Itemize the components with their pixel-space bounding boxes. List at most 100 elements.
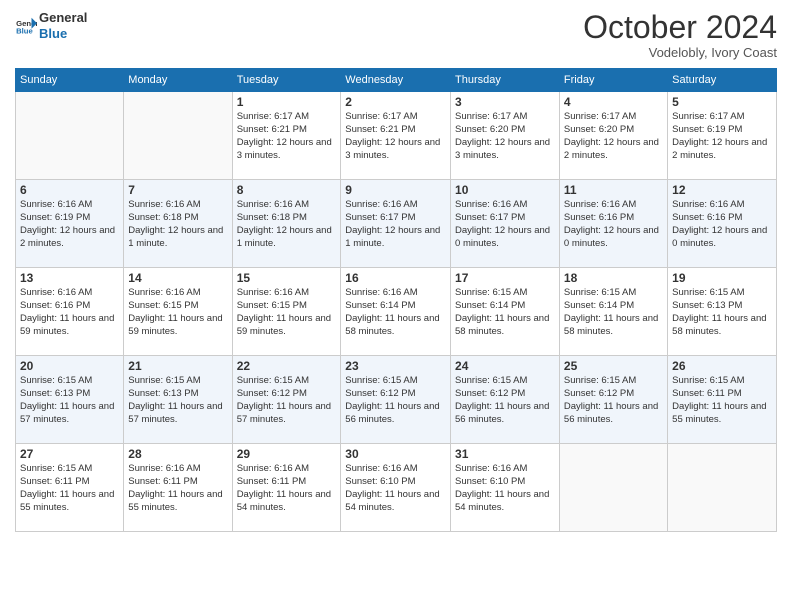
calendar-cell: 12 Sunrise: 6:16 AMSunset: 6:16 PMDayligh…: [668, 180, 777, 268]
calendar-cell: 8 Sunrise: 6:16 AMSunset: 6:18 PMDaylight…: [232, 180, 341, 268]
day-info: Sunrise: 6:16 AMSunset: 6:18 PMDaylight:…: [128, 199, 227, 250]
day-number: 27: [20, 447, 119, 461]
day-number: 26: [672, 359, 772, 373]
calendar-cell: 25Sunrise: 6:15 AMSunset: 6:12 PMDayligh…: [559, 356, 667, 444]
day-number: 12: [672, 183, 772, 197]
day-info: Sunrise: 6:16 AMSunset: 6:15 PMDaylight:…: [128, 287, 227, 338]
logo-text-blue: Blue: [39, 26, 87, 42]
logo-text-general: General: [39, 10, 87, 26]
day-number: 11: [564, 183, 663, 197]
logo: General Blue General Blue: [15, 10, 87, 41]
calendar-cell: 2Sunrise: 6:17 AMSunset: 6:21 PMDaylight…: [341, 92, 451, 180]
calendar-cell: 18 Sunrise: 6:15 AMSunset: 6:14 PMDayligh…: [559, 268, 667, 356]
calendar-cell: 31Sunrise: 6:16 AMSunset: 6:10 PMDayligh…: [451, 444, 560, 532]
day-number: 3: [455, 95, 555, 109]
day-number: 15: [237, 271, 337, 285]
calendar-header-sunday: Sunday: [16, 69, 124, 92]
calendar-cell: 6Sunrise: 6:16 AMSunset: 6:19 PMDaylight…: [16, 180, 124, 268]
calendar-week-row: 13Sunrise: 6:16 AMSunset: 6:16 PMDayligh…: [16, 268, 777, 356]
calendar-cell: 9Sunrise: 6:16 AMSunset: 6:17 PMDaylight…: [341, 180, 451, 268]
day-info: Sunrise: 6:16 AMSunset: 6:18 PMDaylight:…: [237, 199, 337, 250]
calendar-header-saturday: Saturday: [668, 69, 777, 92]
header: General Blue General Blue October 2024 V…: [15, 10, 777, 60]
calendar-cell: 24 Sunrise: 6:15 AMSunset: 6:12 PMDayligh…: [451, 356, 560, 444]
calendar-week-row: 1 Sunrise: 6:17 AMSunset: 6:21 PMDaylight…: [16, 92, 777, 180]
calendar-table: SundayMondayTuesdayWednesdayThursdayFrid…: [15, 68, 777, 532]
day-info: Sunrise: 6:16 AMSunset: 6:16 PMDaylight:…: [20, 287, 119, 338]
day-number: 24: [455, 359, 555, 373]
calendar-cell: 5 Sunrise: 6:17 AMSunset: 6:19 PMDaylight…: [668, 92, 777, 180]
calendar-header-monday: Monday: [124, 69, 232, 92]
day-info: Sunrise: 6:16 AMSunset: 6:16 PMDaylight:…: [672, 199, 772, 250]
calendar-cell: 28 Sunrise: 6:16 AMSunset: 6:11 PMDayligh…: [124, 444, 232, 532]
calendar-cell: 10 Sunrise: 6:16 AMSunset: 6:17 PMDayligh…: [451, 180, 560, 268]
title-section: October 2024 Vodelobly, Ivory Coast: [583, 10, 777, 60]
calendar-cell: 30 Sunrise: 6:16 AMSunset: 6:10 PMDayligh…: [341, 444, 451, 532]
day-info: Sunrise: 6:16 AMSunset: 6:15 PMDaylight:…: [237, 287, 337, 338]
day-number: 10: [455, 183, 555, 197]
day-info: Sunrise: 6:17 AMSunset: 6:21 PMDaylight:…: [345, 111, 446, 162]
calendar-cell: [559, 444, 667, 532]
calendar-header-tuesday: Tuesday: [232, 69, 341, 92]
day-info: Sunrise: 6:15 AMSunset: 6:14 PMDaylight:…: [455, 287, 555, 338]
day-info: Sunrise: 6:17 AMSunset: 6:19 PMDaylight:…: [672, 111, 772, 162]
day-number: 30: [345, 447, 446, 461]
day-info: Sunrise: 6:17 AMSunset: 6:20 PMDaylight:…: [564, 111, 663, 162]
day-info: Sunrise: 6:16 AMSunset: 6:10 PMDaylight:…: [345, 463, 446, 514]
day-info: Sunrise: 6:17 AMSunset: 6:20 PMDaylight:…: [455, 111, 555, 162]
calendar-cell: 1 Sunrise: 6:17 AMSunset: 6:21 PMDaylight…: [232, 92, 341, 180]
day-number: 5: [672, 95, 772, 109]
calendar-cell: 22 Sunrise: 6:15 AMSunset: 6:12 PMDayligh…: [232, 356, 341, 444]
calendar-cell: 21 Sunrise: 6:15 AMSunset: 6:13 PMDayligh…: [124, 356, 232, 444]
day-number: 1: [237, 95, 337, 109]
day-info: Sunrise: 6:16 AMSunset: 6:11 PMDaylight:…: [128, 463, 227, 514]
day-info: Sunrise: 6:15 AMSunset: 6:13 PMDaylight:…: [128, 375, 227, 426]
calendar-week-row: 27 Sunrise: 6:15 AMSunset: 6:11 PMDayligh…: [16, 444, 777, 532]
calendar-cell: [124, 92, 232, 180]
day-number: 20: [20, 359, 119, 373]
day-number: 28: [128, 447, 227, 461]
day-number: 29: [237, 447, 337, 461]
day-info: Sunrise: 6:15 AMSunset: 6:12 PMDaylight:…: [237, 375, 337, 426]
day-number: 31: [455, 447, 555, 461]
day-info: Sunrise: 6:16 AMSunset: 6:19 PMDaylight:…: [20, 199, 119, 250]
day-info: Sunrise: 6:15 AMSunset: 6:12 PMDaylight:…: [564, 375, 663, 426]
calendar-cell: 14 Sunrise: 6:16 AMSunset: 6:15 PMDayligh…: [124, 268, 232, 356]
calendar-cell: 7Sunrise: 6:16 AMSunset: 6:18 PMDaylight…: [124, 180, 232, 268]
day-info: Sunrise: 6:15 AMSunset: 6:14 PMDaylight:…: [564, 287, 663, 338]
svg-text:Blue: Blue: [16, 26, 33, 35]
day-info: Sunrise: 6:15 AMSunset: 6:11 PMDaylight:…: [672, 375, 772, 426]
day-number: 21: [128, 359, 227, 373]
day-info: Sunrise: 6:15 AMSunset: 6:12 PMDaylight:…: [455, 375, 555, 426]
day-number: 22: [237, 359, 337, 373]
calendar-cell: 11 Sunrise: 6:16 AMSunset: 6:16 PMDayligh…: [559, 180, 667, 268]
day-number: 14: [128, 271, 227, 285]
calendar-week-row: 6Sunrise: 6:16 AMSunset: 6:19 PMDaylight…: [16, 180, 777, 268]
calendar-cell: 15 Sunrise: 6:16 AMSunset: 6:15 PMDayligh…: [232, 268, 341, 356]
calendar-header-wednesday: Wednesday: [341, 69, 451, 92]
day-info: Sunrise: 6:15 AMSunset: 6:13 PMDaylight:…: [672, 287, 772, 338]
day-info: Sunrise: 6:15 AMSunset: 6:13 PMDaylight:…: [20, 375, 119, 426]
day-number: 8: [237, 183, 337, 197]
page-container: General Blue General Blue October 2024 V…: [0, 0, 792, 542]
month-title: October 2024: [583, 10, 777, 45]
day-info: Sunrise: 6:15 AMSunset: 6:12 PMDaylight:…: [345, 375, 446, 426]
day-info: Sunrise: 6:17 AMSunset: 6:21 PMDaylight:…: [237, 111, 337, 162]
calendar-cell: [668, 444, 777, 532]
day-info: Sunrise: 6:16 AMSunset: 6:16 PMDaylight:…: [564, 199, 663, 250]
calendar-cell: 23 Sunrise: 6:15 AMSunset: 6:12 PMDayligh…: [341, 356, 451, 444]
calendar-header-row: SundayMondayTuesdayWednesdayThursdayFrid…: [16, 69, 777, 92]
day-info: Sunrise: 6:16 AMSunset: 6:17 PMDaylight:…: [345, 199, 446, 250]
day-number: 18: [564, 271, 663, 285]
calendar-cell: 27 Sunrise: 6:15 AMSunset: 6:11 PMDayligh…: [16, 444, 124, 532]
calendar-cell: 3 Sunrise: 6:17 AMSunset: 6:20 PMDaylight…: [451, 92, 560, 180]
calendar-cell: 26 Sunrise: 6:15 AMSunset: 6:11 PMDayligh…: [668, 356, 777, 444]
day-info: Sunrise: 6:16 AMSunset: 6:11 PMDaylight:…: [237, 463, 337, 514]
calendar-cell: 13Sunrise: 6:16 AMSunset: 6:16 PMDayligh…: [16, 268, 124, 356]
day-info: Sunrise: 6:16 AMSunset: 6:14 PMDaylight:…: [345, 287, 446, 338]
calendar-cell: 19Sunrise: 6:15 AMSunset: 6:13 PMDayligh…: [668, 268, 777, 356]
day-number: 23: [345, 359, 446, 373]
day-number: 4: [564, 95, 663, 109]
day-info: Sunrise: 6:15 AMSunset: 6:11 PMDaylight:…: [20, 463, 119, 514]
day-info: Sunrise: 6:16 AMSunset: 6:17 PMDaylight:…: [455, 199, 555, 250]
